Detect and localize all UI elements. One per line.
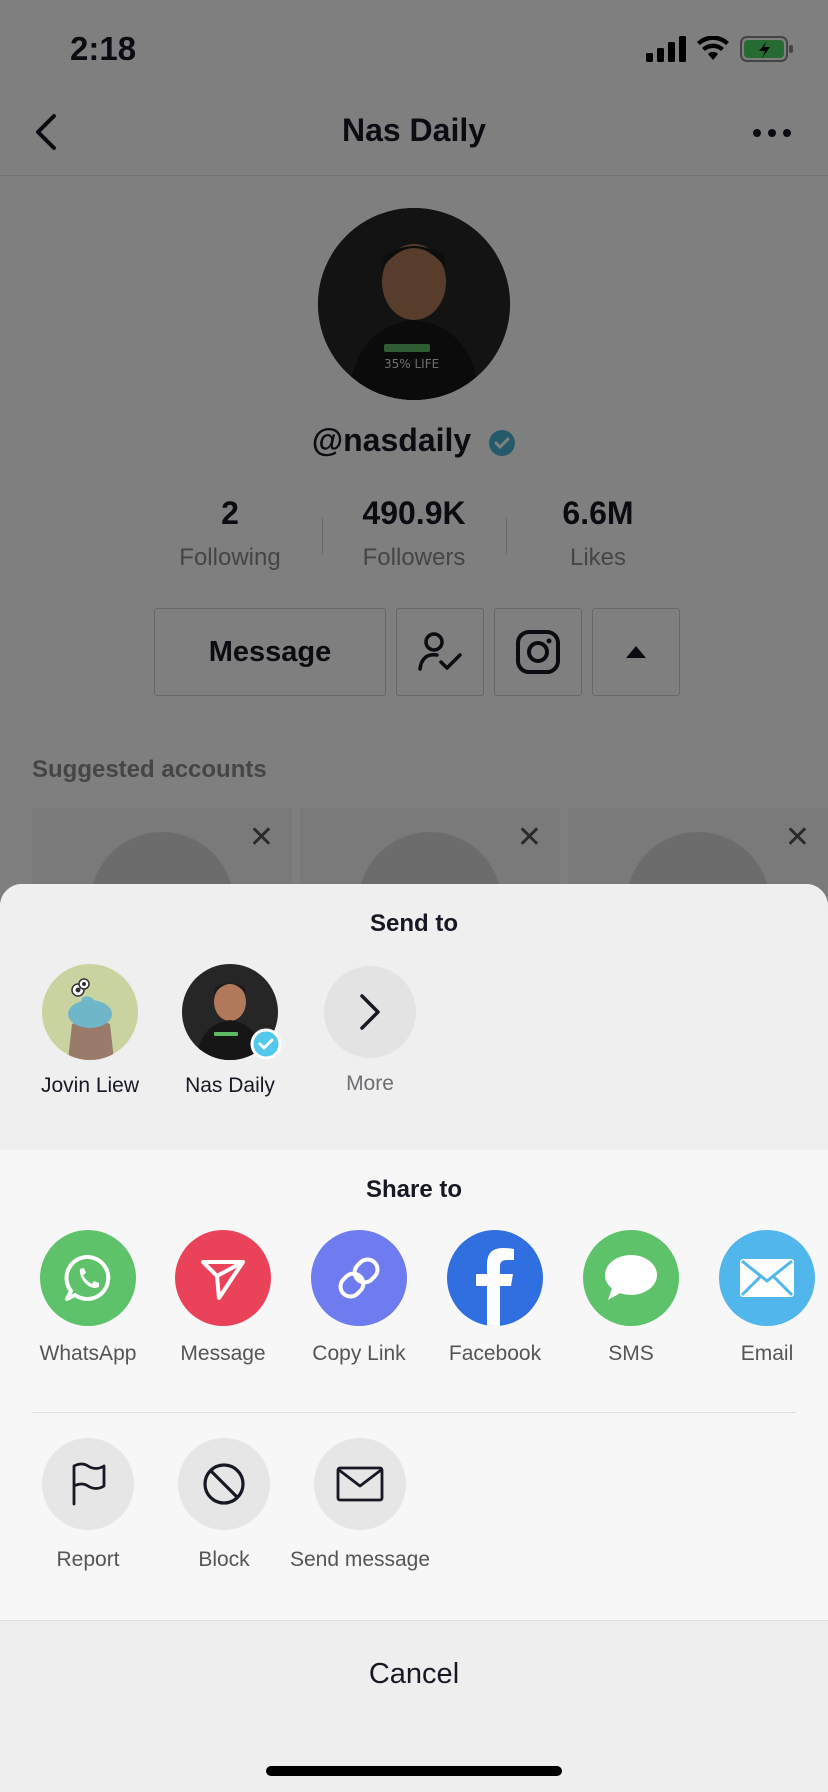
flag-icon bbox=[42, 1438, 134, 1530]
contact-jovin-liew[interactable]: Jovin Liew bbox=[20, 964, 160, 1098]
send-icon bbox=[175, 1230, 271, 1326]
email-icon bbox=[719, 1230, 815, 1326]
chevron-right-icon bbox=[360, 994, 380, 1030]
home-indicator[interactable] bbox=[266, 1766, 562, 1776]
send-to-section: Send to Jovin Liew Nas Daily More bbox=[0, 884, 828, 1150]
share-label: Message bbox=[180, 1342, 266, 1365]
block-icon bbox=[178, 1438, 270, 1530]
avatar bbox=[182, 964, 282, 1060]
more-label: More bbox=[346, 1072, 394, 1095]
share-label: Copy Link bbox=[312, 1342, 406, 1365]
share-label: Facebook bbox=[448, 1342, 542, 1365]
contact-nas-daily[interactable]: Nas Daily bbox=[160, 964, 300, 1098]
share-email[interactable]: Email bbox=[702, 1230, 828, 1366]
divider bbox=[32, 1412, 796, 1413]
share-to-title: Share to bbox=[365, 1176, 463, 1203]
envelope-icon bbox=[314, 1438, 406, 1530]
verified-icon bbox=[250, 1028, 282, 1060]
share-sheet: Send to Jovin Liew Nas Daily More Share … bbox=[0, 884, 828, 1792]
contact-name: Nas Daily bbox=[185, 1074, 275, 1097]
whatsapp-icon bbox=[40, 1230, 136, 1326]
contact-name: Jovin Liew bbox=[40, 1074, 140, 1097]
sms-icon bbox=[583, 1230, 679, 1326]
share-facebook[interactable]: Facebook bbox=[430, 1230, 560, 1366]
share-label: Email bbox=[740, 1342, 794, 1365]
share-message[interactable]: Message bbox=[158, 1230, 288, 1366]
option-label: Send message bbox=[289, 1548, 431, 1571]
share-whatsapp[interactable]: WhatsApp bbox=[23, 1230, 153, 1366]
more-circle bbox=[324, 966, 416, 1058]
share-sms[interactable]: SMS bbox=[566, 1230, 696, 1366]
avatar bbox=[42, 964, 138, 1060]
share-copy-link[interactable]: Copy Link bbox=[294, 1230, 424, 1366]
facebook-icon bbox=[447, 1230, 543, 1326]
cancel-button[interactable]: Cancel bbox=[0, 1621, 828, 1727]
share-label: SMS bbox=[608, 1342, 654, 1365]
link-icon bbox=[311, 1230, 407, 1326]
send-message-button[interactable]: Send message bbox=[280, 1438, 440, 1572]
share-label: WhatsApp bbox=[39, 1342, 137, 1365]
send-to-title: Send to bbox=[370, 910, 458, 937]
more-contacts-button[interactable]: More bbox=[300, 966, 440, 1096]
